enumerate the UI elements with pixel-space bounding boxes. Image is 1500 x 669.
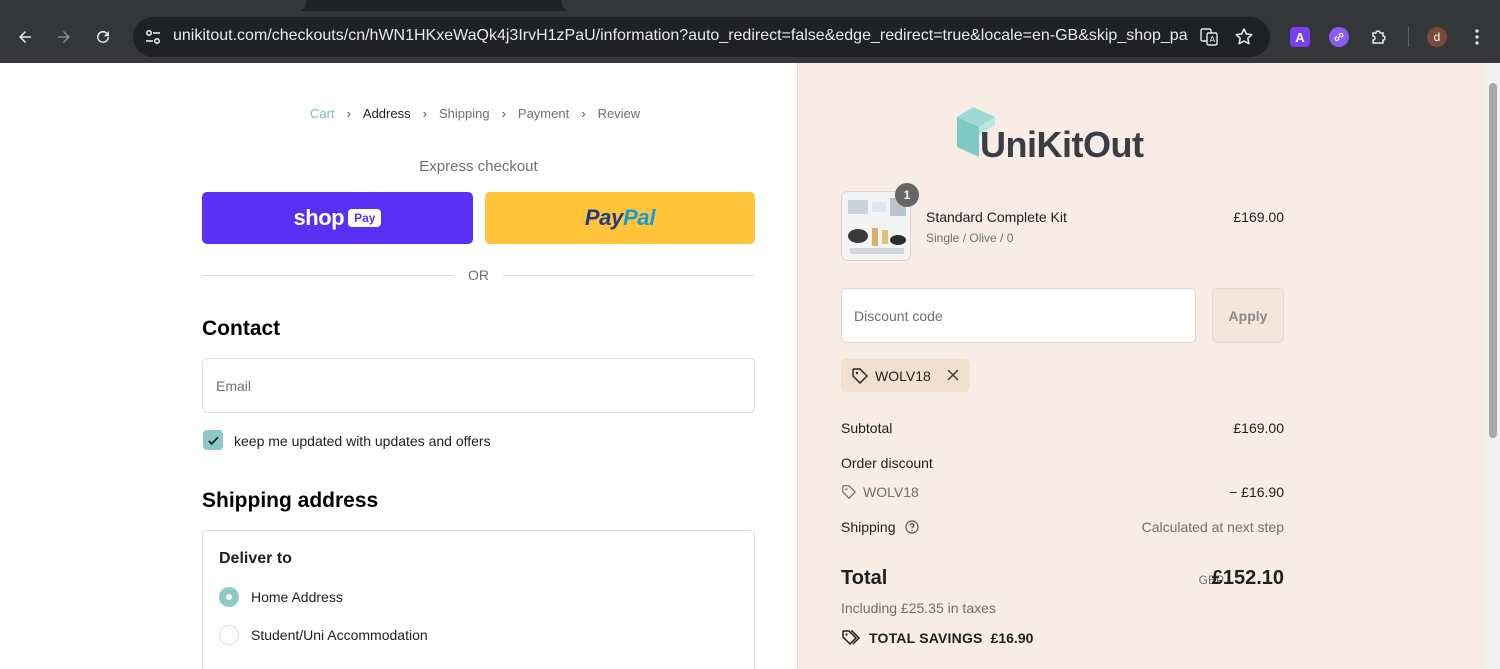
close-icon[interactable] xyxy=(946,368,960,382)
paypal-logo-pay: Pay xyxy=(584,205,624,230)
student-accommodation-label[interactable]: Student/Uni Accommodation xyxy=(251,627,428,643)
radio-home-address[interactable] xyxy=(219,587,239,607)
chevron-right-icon: › xyxy=(581,106,586,121)
help-circle-icon[interactable] xyxy=(905,520,919,534)
quantity-badge: 1 xyxy=(895,183,919,207)
breadcrumb: Cart › Address › Shipping › Payment › Re… xyxy=(310,106,640,121)
subtotal-label: Subtotal xyxy=(841,420,893,436)
breadcrumb-payment: Payment xyxy=(517,106,570,121)
extension-a-icon[interactable]: A xyxy=(1290,27,1310,47)
contact-heading: Contact xyxy=(202,317,281,340)
brand-name: UniKitOut xyxy=(980,124,1144,165)
order-discount-value: − £16.90 xyxy=(1229,484,1284,500)
tag-icon xyxy=(852,367,868,384)
chevron-right-icon: › xyxy=(346,106,351,121)
order-discount-label: Order discount xyxy=(841,455,933,471)
discount-code-input[interactable] xyxy=(841,288,1196,343)
tab-strip xyxy=(0,0,1500,11)
shipping-label: Shipping xyxy=(841,519,896,535)
total-label: Total xyxy=(841,567,888,589)
order-discount-code: WOLV18 xyxy=(863,484,919,500)
or-divider: OR xyxy=(202,266,755,286)
product-name: Standard Complete Kit xyxy=(926,209,1067,225)
product-price: £169.00 xyxy=(1233,209,1284,225)
order-summary: UniKitOut 1 Standard Complete Kit Single… xyxy=(797,63,1500,669)
apply-discount-button[interactable]: Apply xyxy=(1212,288,1284,343)
shop-pay-logo-word: shop xyxy=(293,205,345,230)
extensions-puzzle-icon[interactable] xyxy=(1369,27,1389,47)
total-savings-label: TOTAL SAVINGS xyxy=(869,630,983,646)
url-text[interactable]: unikitout.com/checkouts/cn/hWN1HKxeWaQk4… xyxy=(173,27,1188,45)
chevron-right-icon: › xyxy=(422,106,427,121)
translate-icon[interactable]: A xyxy=(1199,27,1219,47)
email-field[interactable] xyxy=(202,358,755,413)
breadcrumb-cart[interactable]: Cart xyxy=(310,106,335,121)
checkout-main: Cart › Address › Shipping › Payment › Re… xyxy=(0,63,797,669)
shipping-row: Shipping xyxy=(841,519,919,535)
page-scrollbar[interactable] xyxy=(1486,63,1500,669)
total-savings: TOTAL SAVINGS £16.90 xyxy=(841,629,1033,647)
order-discount-code-line: WOLV18 xyxy=(841,484,919,500)
breadcrumb-shipping: Shipping xyxy=(438,106,490,121)
puzzle-icon xyxy=(1372,30,1386,44)
scrollbar-thumb[interactable] xyxy=(1489,83,1497,438)
radio-student-accommodation[interactable] xyxy=(219,625,239,645)
checkmark-icon xyxy=(207,436,219,445)
reload-icon xyxy=(97,30,109,43)
profile-avatar[interactable]: d xyxy=(1427,27,1447,47)
applied-discount-chip: WOLV18 xyxy=(841,359,970,392)
kebab-menu-icon xyxy=(1475,29,1479,45)
product-variant: Single / Olive / 0 xyxy=(926,231,1014,245)
paypal-button[interactable]: PayPal xyxy=(485,192,755,244)
tab-strip-background xyxy=(562,0,1500,11)
paypal-logo-pal: Pal xyxy=(623,205,656,230)
total-savings-value: £16.90 xyxy=(990,630,1034,646)
subtotal-value: £169.00 xyxy=(1233,420,1284,436)
browser-toolbar: unikitout.com/checkouts/cn/hWN1HKxeWaQk4… xyxy=(0,0,1500,63)
tags-icon xyxy=(842,630,861,646)
deliver-to-title: Deliver to xyxy=(219,550,292,567)
svg-text:A: A xyxy=(1210,35,1216,44)
chevron-right-icon: › xyxy=(501,106,506,121)
address-bar[interactable]: unikitout.com/checkouts/cn/hWN1HKxeWaQk4… xyxy=(133,17,1270,57)
applied-discount-code: WOLV18 xyxy=(875,367,931,384)
unikitout-logo[interactable]: UniKitOut xyxy=(955,105,1175,165)
shipping-value: Calculated at next step xyxy=(1141,519,1284,535)
back-button[interactable] xyxy=(11,23,39,51)
deliver-to-box: Deliver to Home Address Student/Uni Acco… xyxy=(202,530,755,669)
total-value: £152.10 xyxy=(1211,567,1284,589)
shop-pay-button[interactable]: shop Pay xyxy=(202,192,473,244)
tag-icon xyxy=(842,485,857,500)
site-settings-icon[interactable] xyxy=(143,27,163,47)
arrow-left-icon xyxy=(19,31,31,43)
forward-button[interactable] xyxy=(50,23,78,51)
active-tab[interactable] xyxy=(0,0,306,11)
reload-button[interactable] xyxy=(89,23,117,51)
divider-line xyxy=(503,275,755,276)
tax-note: Including £25.35 in taxes xyxy=(841,600,996,616)
shop-pay-badge: Pay xyxy=(348,209,382,227)
newsletter-checkbox[interactable] xyxy=(203,430,223,450)
paypal-logo: PayPal xyxy=(584,205,656,231)
express-checkout-title: Express checkout xyxy=(419,158,538,175)
arrow-right-icon xyxy=(58,31,70,43)
link-icon xyxy=(1334,32,1344,42)
breadcrumb-review: Review xyxy=(597,106,641,121)
toolbar-divider xyxy=(1408,27,1409,47)
shipping-address-heading: Shipping address xyxy=(202,489,379,512)
breadcrumb-address: Address xyxy=(362,106,411,121)
home-address-label[interactable]: Home Address xyxy=(251,589,343,605)
bookmark-star-icon[interactable] xyxy=(1234,27,1254,47)
newsletter-label[interactable]: keep me updated with updates and offers xyxy=(234,433,491,449)
extension-link-icon[interactable] xyxy=(1329,27,1349,47)
menu-button[interactable] xyxy=(1467,27,1487,47)
